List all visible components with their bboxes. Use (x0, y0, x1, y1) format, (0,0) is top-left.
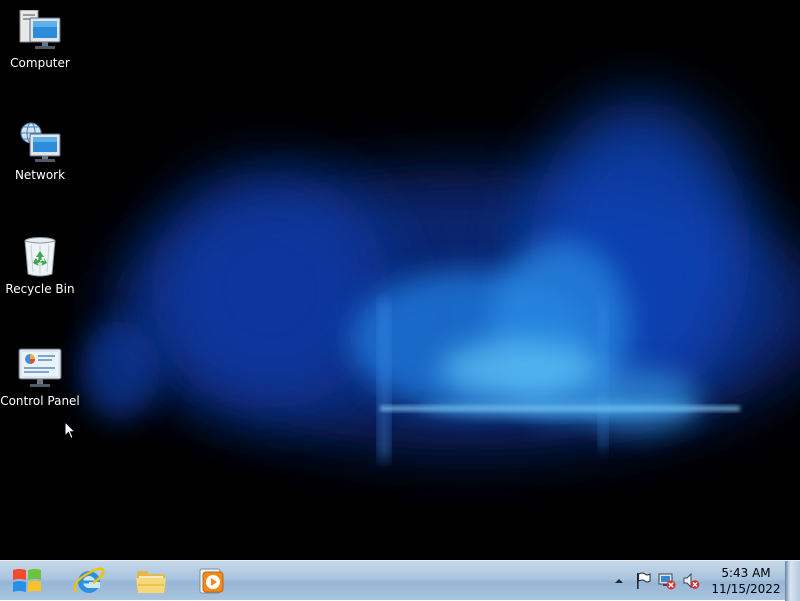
show-desktop-button[interactable] (785, 561, 800, 601)
action-center-flag-icon (637, 572, 651, 589)
desktop-icon-control-panel[interactable]: Control Panel (0, 348, 80, 408)
volume-muted-icon (683, 572, 700, 589)
action-center-button[interactable] (632, 570, 654, 592)
desktop-icon-recycle-bin[interactable]: Recycle Bin (0, 236, 80, 296)
windows-start-icon (13, 569, 41, 592)
desktop-icon-network[interactable]: Network (0, 122, 80, 182)
taskbar-media-player-button[interactable] (186, 562, 236, 600)
desktop-icon-label: Control Panel (0, 394, 80, 408)
network-icon (20, 122, 61, 162)
desktop-icon-label: Computer (10, 56, 70, 70)
control-panel-icon (18, 348, 62, 387)
taskbar-internet-explorer-button[interactable] (64, 562, 114, 600)
network-status-button[interactable] (656, 570, 678, 592)
taskbar: 5:43 AM 11/15/2022 (0, 560, 800, 601)
file-explorer-icon (136, 571, 166, 593)
aurora-wallpaper (0, 0, 800, 560)
clock-time: 5:43 AM (721, 566, 771, 580)
system-tray (608, 561, 704, 601)
recycle-bin-icon (24, 237, 56, 277)
mouse-cursor-icon (64, 421, 76, 440)
clock[interactable]: 5:43 AM 11/15/2022 (700, 565, 792, 597)
internet-explorer-icon (73, 567, 105, 593)
desktop-icon-computer[interactable]: Computer (0, 10, 80, 70)
taskbar-file-explorer-button[interactable] (126, 562, 176, 600)
volume-button[interactable] (680, 570, 702, 592)
desktop[interactable]: Computer Network Recycle Bin Control Pan… (0, 0, 800, 560)
desktop-icon-label: Recycle Bin (5, 282, 75, 296)
clock-date: 11/15/2022 (711, 582, 781, 596)
show-hidden-icons-button[interactable] (608, 570, 630, 592)
media-player-icon (199, 568, 224, 594)
network-status-icon (658, 573, 676, 590)
computer-icon (19, 10, 61, 49)
start-button[interactable] (2, 562, 52, 600)
show-hidden-icons-arrow-icon (615, 579, 623, 583)
desktop-icon-label: Network (14, 168, 66, 182)
